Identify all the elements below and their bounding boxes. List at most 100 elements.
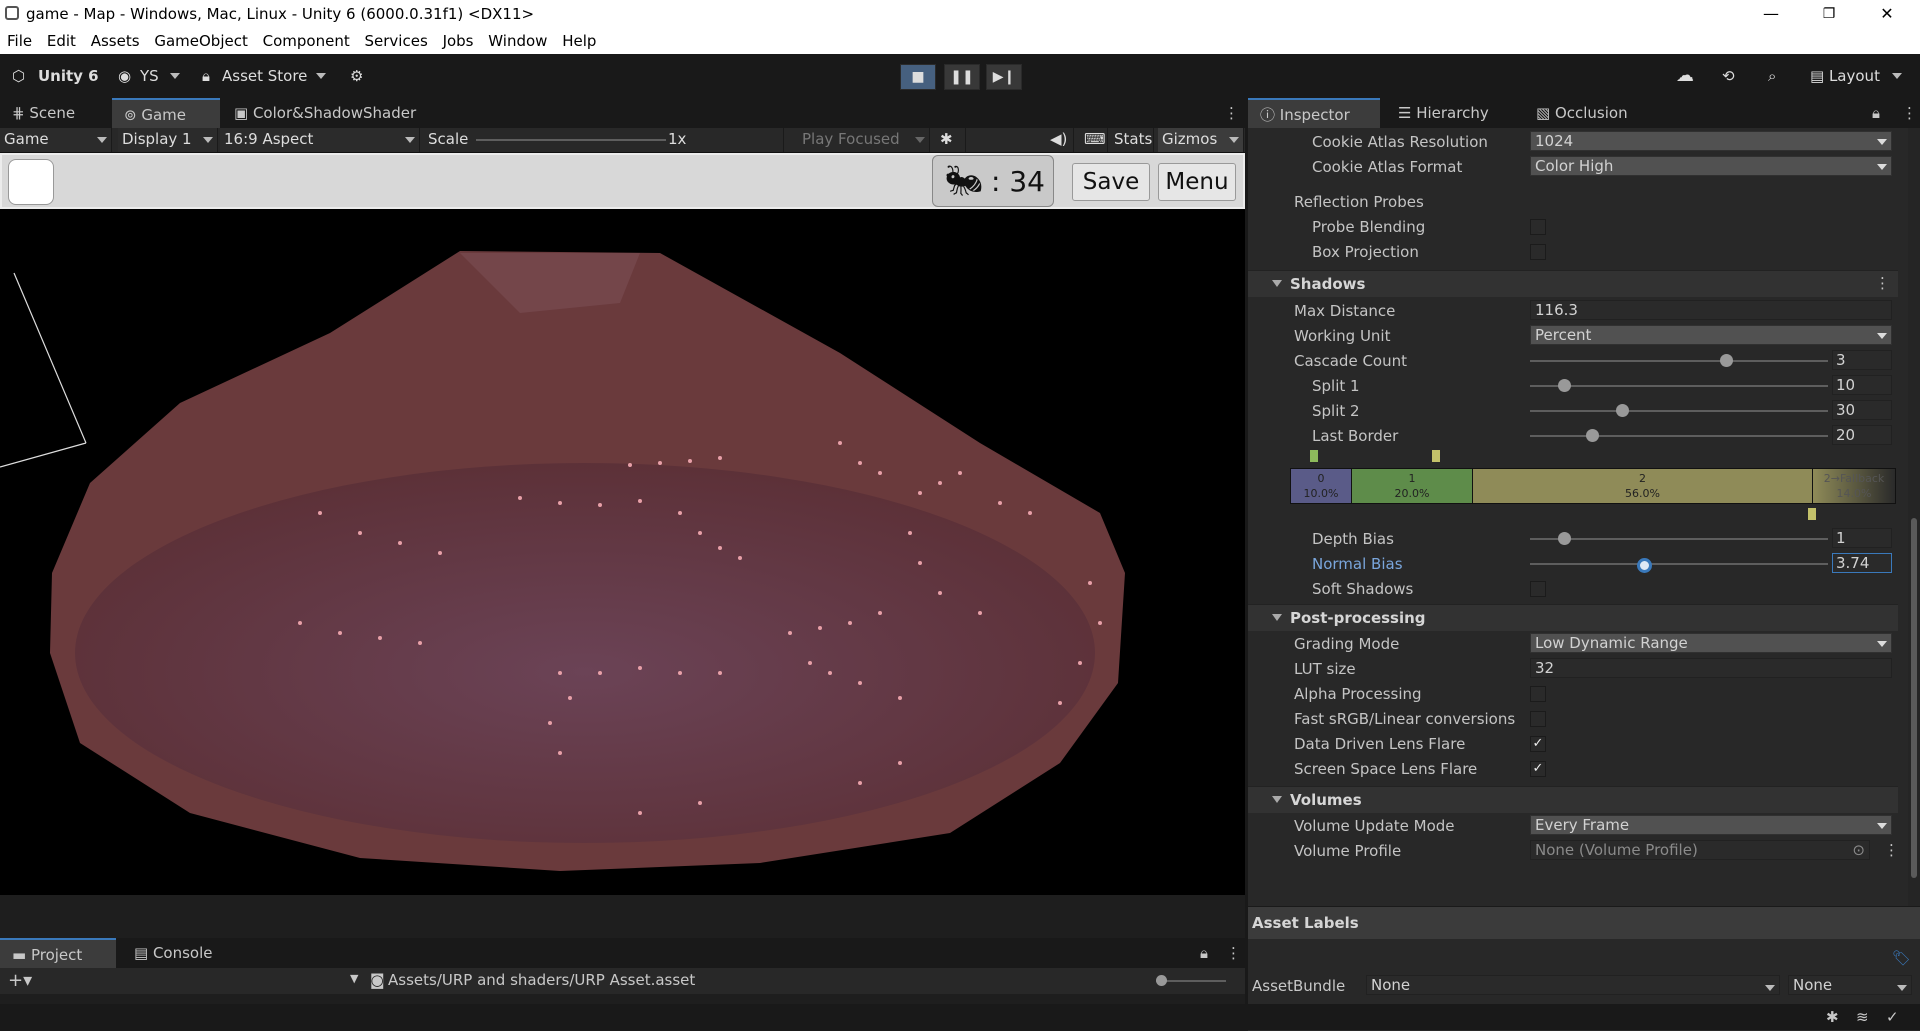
layout-dropdown[interactable]: ▤ Layout xyxy=(1810,64,1902,88)
gizmos-dropdown[interactable]: Gizmos xyxy=(1158,128,1244,152)
cascade-split-bar[interactable]: 0 10.0% 1 20.0% 2 56.0% 2→Fallback 14.0% xyxy=(1290,468,1896,504)
add-icon[interactable]: +▾ xyxy=(8,970,32,991)
menu-button[interactable]: Menu xyxy=(1158,163,1236,201)
tab-console[interactable]: ▤ Console xyxy=(122,938,242,968)
menu-window[interactable]: Window xyxy=(488,30,547,50)
probe-blending-checkbox[interactable] xyxy=(1530,219,1546,235)
maximize-button[interactable]: ❐ xyxy=(1800,0,1858,30)
last-border-slider[interactable] xyxy=(1530,429,1828,442)
chevron-down-icon[interactable]: ▼ xyxy=(350,972,358,985)
debug-icon[interactable]: ✱ xyxy=(1826,1008,1839,1026)
map-thumbnail-icon[interactable] xyxy=(8,159,54,205)
tab-inspector[interactable]: ⓘ Inspector xyxy=(1248,98,1380,128)
close-button[interactable]: ✕ xyxy=(1858,0,1916,30)
split1-field[interactable]: 10 xyxy=(1832,375,1892,395)
display-dropdown[interactable]: Display 1 xyxy=(118,128,218,152)
split2-field[interactable]: 30 xyxy=(1832,400,1892,420)
alpha-checkbox[interactable] xyxy=(1530,686,1546,702)
asset-labels-header[interactable]: Asset Labels xyxy=(1248,907,1920,939)
working-unit-dropdown[interactable]: Percent xyxy=(1530,325,1892,345)
max-distance-field[interactable]: 116.3 xyxy=(1530,300,1892,320)
shadows-section-header[interactable]: Shadows ⋮ xyxy=(1248,270,1898,297)
label-tag-icon[interactable]: 🏷︎ xyxy=(1892,949,1911,967)
scale-slider[interactable]: Scale 1x xyxy=(424,128,784,152)
account-icon[interactable]: ◉ xyxy=(118,64,131,88)
slider-knob[interactable] xyxy=(1558,532,1571,545)
lut-field[interactable]: 32 xyxy=(1530,658,1892,678)
cascade-handle[interactable] xyxy=(1310,450,1318,462)
menu-jobs[interactable]: Jobs xyxy=(443,30,474,50)
cookie-fmt-dropdown[interactable]: Color High xyxy=(1530,156,1892,176)
normal-bias-slider[interactable] xyxy=(1530,558,1828,573)
more-options-icon[interactable]: ⋮ xyxy=(1894,98,1920,128)
account-dropdown[interactable]: YS xyxy=(140,64,180,88)
play-button[interactable]: ■ xyxy=(900,64,936,90)
game-viewport[interactable]: 🐜︎ : 34 Save Menu xyxy=(0,153,1245,895)
cookie-res-dropdown[interactable]: 1024 xyxy=(1530,131,1892,151)
aspect-dropdown[interactable]: 16:9 Aspect xyxy=(220,128,420,152)
menu-component[interactable]: Component xyxy=(263,30,350,50)
save-button[interactable]: Save xyxy=(1072,163,1150,201)
asset-store-dropdown[interactable]: Asset Store xyxy=(222,64,326,88)
last-border-field[interactable]: 20 xyxy=(1832,425,1892,445)
menu-gameobject[interactable]: GameObject xyxy=(154,30,248,50)
box-projection-checkbox[interactable] xyxy=(1530,244,1546,260)
tab-scene[interactable]: ⋕ Scene xyxy=(0,98,110,128)
more-options-icon[interactable]: ⋮ xyxy=(1220,938,1244,968)
grading-dropdown[interactable]: Low Dynamic Range xyxy=(1530,633,1892,653)
tab-shader[interactable]: ▣ Color&ShadowShader xyxy=(222,98,442,128)
split2-slider[interactable] xyxy=(1530,404,1828,417)
history-icon[interactable]: ⟲ xyxy=(1722,64,1735,88)
sslf-checkbox[interactable]: ✓ xyxy=(1530,761,1546,777)
bug-icon[interactable]: ✱ xyxy=(936,128,966,152)
split1-slider[interactable] xyxy=(1530,379,1828,392)
tab-project[interactable]: ▬ Project xyxy=(0,938,116,968)
menu-services[interactable]: Services xyxy=(365,30,428,50)
tab-game[interactable]: ⊚ Game xyxy=(112,98,220,128)
tab-occlusion[interactable]: ▧ Occlusion xyxy=(1524,98,1654,128)
slider-knob[interactable] xyxy=(1586,429,1599,442)
object-picker-icon[interactable]: ⊙ xyxy=(1852,841,1865,859)
slider-knob[interactable] xyxy=(1156,975,1167,986)
scrollbar-thumb[interactable] xyxy=(1911,518,1917,878)
asset-bundle-dropdown[interactable]: None xyxy=(1366,975,1780,995)
more-options-icon[interactable]: ⋮ xyxy=(1218,98,1242,128)
section-menu-icon[interactable]: ⋮ xyxy=(1875,274,1890,292)
lock-icon[interactable]: 🔒︎ xyxy=(1868,98,1894,128)
normal-bias-field[interactable]: 3.74 xyxy=(1832,553,1892,573)
vol-profile-field[interactable]: None (Volume Profile) ⊙ xyxy=(1530,840,1870,860)
status-check-icon[interactable]: ✓ xyxy=(1886,1008,1899,1026)
cascade-count-field[interactable]: 3 xyxy=(1832,350,1892,370)
cascade-handle[interactable] xyxy=(1432,450,1440,462)
slider-knob[interactable] xyxy=(1558,379,1571,392)
slider-knob[interactable] xyxy=(1616,404,1629,417)
menu-file[interactable]: File xyxy=(7,30,32,50)
game-mode-dropdown[interactable]: Game xyxy=(0,128,112,152)
slider-knob[interactable] xyxy=(1720,354,1733,367)
depth-bias-slider[interactable] xyxy=(1530,532,1828,545)
play-focused-dropdown[interactable]: Play Focused xyxy=(798,128,930,152)
step-button[interactable]: ▶❙ xyxy=(986,64,1022,90)
soft-shadows-checkbox[interactable] xyxy=(1530,581,1546,597)
depth-bias-field[interactable]: 1 xyxy=(1832,528,1892,548)
lock-icon[interactable]: 🔒︎ xyxy=(1196,938,1220,968)
fast-srgb-checkbox[interactable] xyxy=(1530,711,1546,727)
slider-knob[interactable] xyxy=(1637,558,1652,573)
pause-button[interactable]: ❚❚ xyxy=(944,64,980,90)
menu-edit[interactable]: Edit xyxy=(47,30,76,50)
inspector-scrollbar[interactable] xyxy=(1908,128,1920,906)
minimize-button[interactable]: — xyxy=(1742,0,1800,30)
menu-help[interactable]: Help xyxy=(562,30,596,50)
keyboard-icon[interactable]: ⌨ xyxy=(1080,128,1108,152)
search-icon[interactable]: ⌕ xyxy=(1768,64,1776,88)
ddlf-checkbox[interactable]: ✓ xyxy=(1530,736,1546,752)
layers-icon[interactable]: ≋ xyxy=(1856,1008,1869,1026)
settings-gear-icon[interactable]: ⚙ xyxy=(350,64,363,88)
thumbnail-size-slider[interactable] xyxy=(1156,975,1226,986)
stats-button[interactable]: Stats xyxy=(1110,128,1154,152)
cascade-count-slider[interactable] xyxy=(1530,354,1828,367)
vol-profile-menu-icon[interactable]: ⋮ xyxy=(1884,841,1899,859)
asset-variant-dropdown[interactable]: None xyxy=(1788,975,1912,995)
post-processing-section-header[interactable]: Post-processing xyxy=(1248,604,1898,631)
audio-mute-icon[interactable]: ◀) xyxy=(1046,128,1074,152)
